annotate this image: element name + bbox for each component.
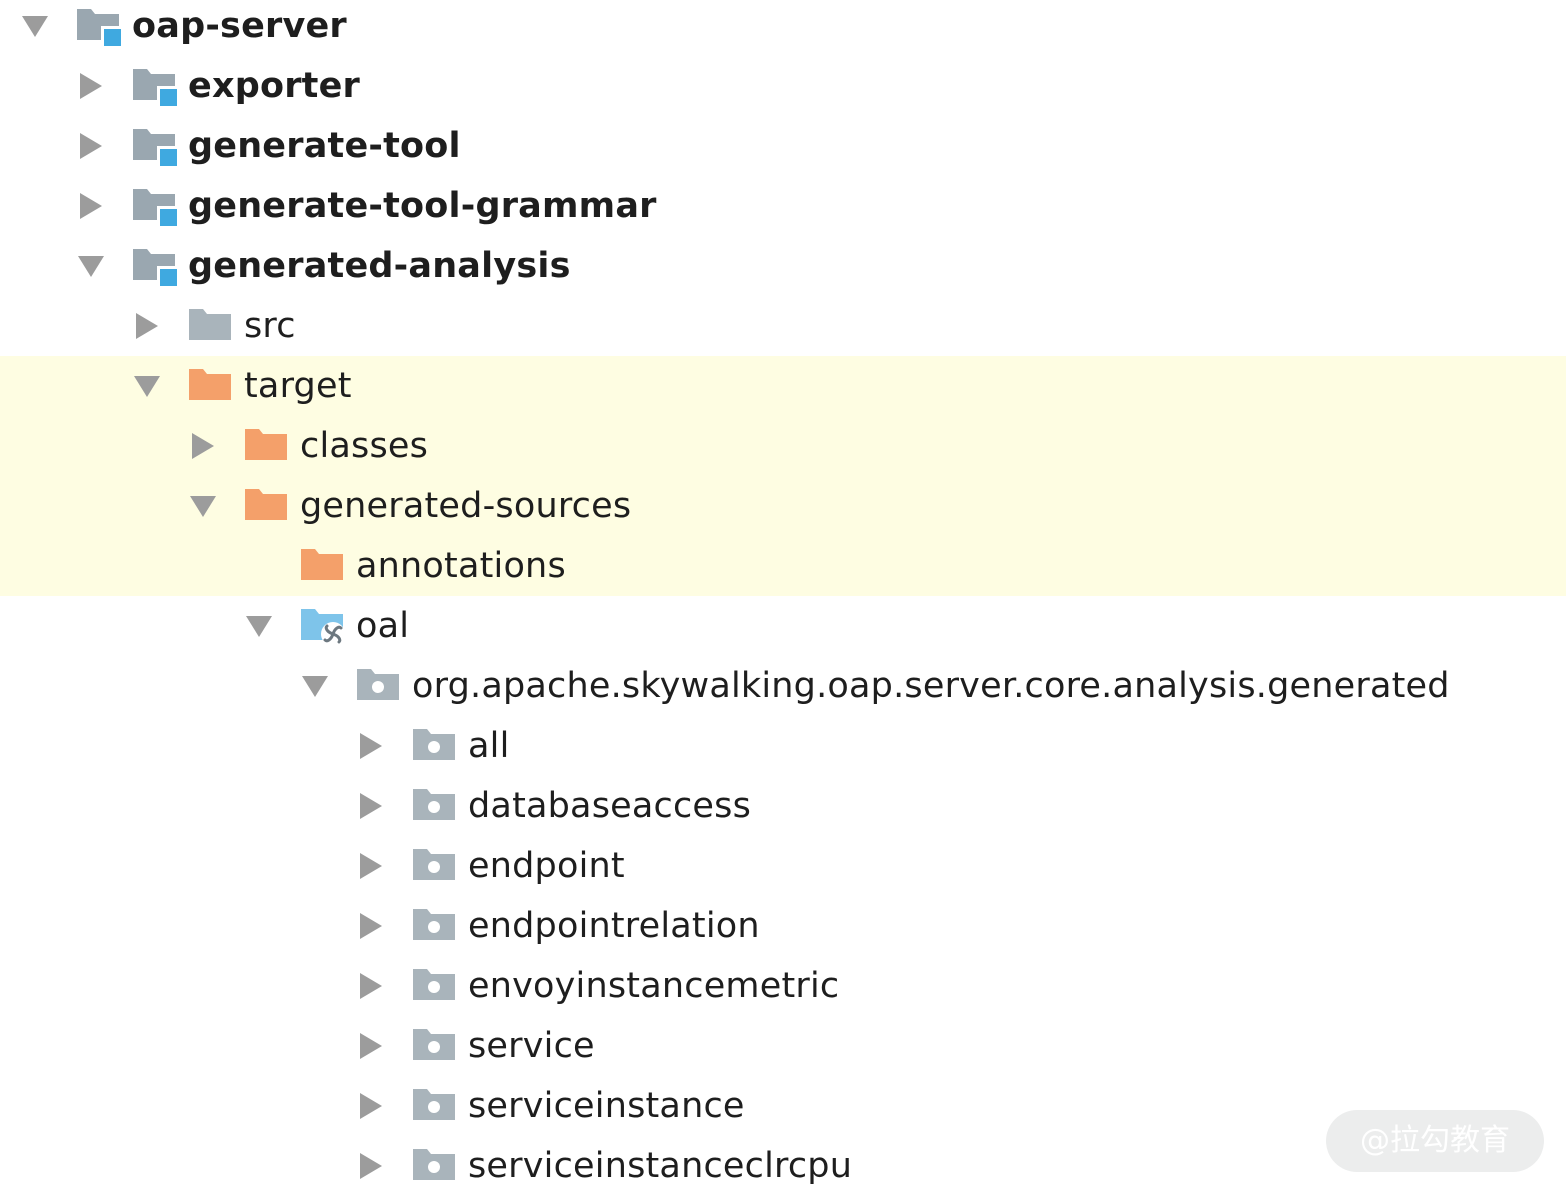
- tree-node-label: endpoint: [468, 846, 625, 886]
- project-tree: oap-server exporter generate-tool generate-…: [0, 0, 1566, 1192]
- package-icon: [413, 904, 461, 946]
- tree-node-label: org.apache.skywalking.oap.server.core.an…: [412, 666, 1450, 706]
- module-folder-icon: [133, 124, 181, 166]
- tree-row[interactable]: exporter: [0, 56, 1566, 116]
- tree-row[interactable]: generated-sources: [0, 476, 1566, 536]
- tree-node-label: all: [468, 726, 510, 766]
- tree-node-label: databaseaccess: [468, 786, 752, 826]
- tree-row[interactable]: generate-tool: [0, 116, 1566, 176]
- tree-node-label: oal: [356, 606, 410, 646]
- package-icon: [413, 1144, 461, 1186]
- excluded-folder-icon: [301, 544, 349, 586]
- excluded-folder-icon: [245, 484, 293, 526]
- expand-arrow-right-icon[interactable]: [134, 313, 160, 339]
- folder-icon: [189, 304, 237, 346]
- expand-arrow-down-icon[interactable]: [78, 253, 104, 279]
- tree-node-label: generate-tool: [188, 126, 461, 166]
- tree-row[interactable]: org.apache.skywalking.oap.server.core.an…: [0, 656, 1566, 716]
- excluded-folder-icon: [189, 364, 237, 406]
- tree-row[interactable]: annotations: [0, 536, 1566, 596]
- expand-arrow-right-icon[interactable]: [78, 193, 104, 219]
- expand-arrow-right-icon[interactable]: [358, 973, 384, 999]
- tree-row[interactable]: classes: [0, 416, 1566, 476]
- excluded-folder-icon: [245, 424, 293, 466]
- tree-row[interactable]: endpointrelation: [0, 896, 1566, 956]
- tree-node-label: generate-tool-grammar: [188, 186, 657, 226]
- expand-arrow-right-icon[interactable]: [190, 433, 216, 459]
- module-folder-icon: [133, 244, 181, 286]
- tree-row[interactable]: oal: [0, 596, 1566, 656]
- tree-row[interactable]: envoyinstancemetric: [0, 956, 1566, 1016]
- expand-arrow-right-icon[interactable]: [78, 133, 104, 159]
- tree-node-label: serviceinstance: [468, 1086, 745, 1126]
- tree-row[interactable]: src: [0, 296, 1566, 356]
- tree-row[interactable]: generated-analysis: [0, 236, 1566, 296]
- tree-row[interactable]: databaseaccess: [0, 776, 1566, 836]
- expand-arrow-down-icon[interactable]: [22, 13, 48, 39]
- tree-row[interactable]: generate-tool-grammar: [0, 176, 1566, 236]
- tree-node-label: serviceinstanceclrcpu: [468, 1146, 853, 1186]
- tree-row[interactable]: oap-server: [0, 0, 1566, 56]
- module-folder-icon: [133, 184, 181, 226]
- tree-node-label: target: [244, 366, 352, 406]
- expand-arrow-right-icon[interactable]: [78, 73, 104, 99]
- module-folder-icon: [133, 64, 181, 106]
- expand-arrow-down-icon[interactable]: [190, 493, 216, 519]
- package-icon: [357, 664, 405, 706]
- tree-node-label: annotations: [356, 546, 566, 586]
- expand-arrow-right-icon[interactable]: [358, 913, 384, 939]
- expand-arrow-right-icon[interactable]: [358, 1093, 384, 1119]
- tree-row[interactable]: target: [0, 356, 1566, 416]
- expand-arrow-right-icon[interactable]: [358, 1153, 384, 1179]
- package-icon: [413, 844, 461, 886]
- tree-node-label: exporter: [188, 66, 361, 106]
- tree-row[interactable]: all: [0, 716, 1566, 776]
- expand-arrow-right-icon[interactable]: [358, 793, 384, 819]
- tree-node-label: endpointrelation: [468, 906, 760, 946]
- expand-arrow-down-icon[interactable]: [134, 373, 160, 399]
- tree-node-label: classes: [300, 426, 429, 466]
- module-folder-icon: [77, 4, 125, 46]
- package-icon: [413, 1084, 461, 1126]
- watermark: @拉勾教育: [1326, 1110, 1544, 1172]
- package-icon: [413, 724, 461, 766]
- tree-node-label: envoyinstancemetric: [468, 966, 840, 1006]
- generated-sources-folder-icon: [301, 604, 349, 646]
- tree-node-label: generated-analysis: [188, 246, 571, 286]
- expand-arrow-right-icon[interactable]: [358, 1033, 384, 1059]
- expand-arrow-down-icon[interactable]: [246, 613, 272, 639]
- expand-arrow-right-icon[interactable]: [358, 733, 384, 759]
- tree-node-label: service: [468, 1026, 595, 1066]
- tree-row[interactable]: endpoint: [0, 836, 1566, 896]
- package-icon: [413, 784, 461, 826]
- package-icon: [413, 1024, 461, 1066]
- tree-node-label: oap-server: [132, 6, 347, 46]
- package-icon: [413, 964, 461, 1006]
- expand-arrow-down-icon[interactable]: [302, 673, 328, 699]
- tree-row[interactable]: service: [0, 1016, 1566, 1076]
- tree-node-label: generated-sources: [300, 486, 632, 526]
- tree-node-label: src: [244, 306, 296, 346]
- expand-arrow-right-icon[interactable]: [358, 853, 384, 879]
